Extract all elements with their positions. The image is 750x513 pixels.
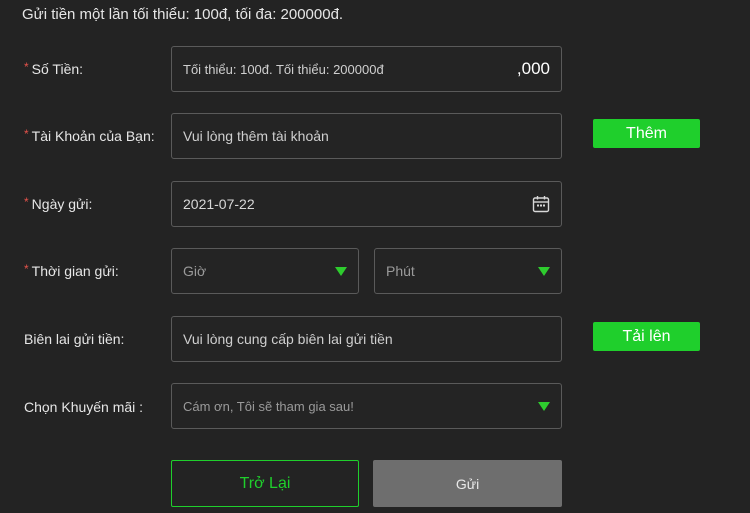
calendar-icon[interactable] <box>532 195 550 213</box>
account-placeholder: Vui lòng thêm tài khoản <box>183 128 329 144</box>
hour-select[interactable]: Giờ <box>171 248 359 294</box>
promo-selected-value: Cám ơn, Tôi sẽ tham gia sau! <box>183 398 354 414</box>
upload-button[interactable]: Tải lên <box>593 322 700 351</box>
dropdown-triangle-icon <box>538 401 550 411</box>
account-label: * Tài Khoản của Bạn: <box>24 127 155 144</box>
required-mark: * <box>24 262 29 276</box>
required-mark: * <box>24 127 29 141</box>
account-input[interactable]: Vui lòng thêm tài khoản <box>171 113 562 159</box>
time-label: * Thời gian gửi: <box>24 262 119 279</box>
date-label: * Ngày gửi: <box>24 195 93 212</box>
amount-suffix: ,000 <box>516 59 550 78</box>
minute-placeholder: Phút <box>386 263 415 279</box>
amount-placeholder: Tối thiểu: 100đ. Tối thiểu: 200000đ <box>183 61 384 77</box>
required-mark: * <box>24 60 29 74</box>
deposit-limit-notice: Gửi tiền một lần tối thiểu: 100đ, tối đa… <box>22 6 344 23</box>
minute-select[interactable]: Phút <box>374 248 562 294</box>
back-button[interactable]: Trở Lại <box>171 460 359 507</box>
required-mark: * <box>24 195 29 209</box>
date-value: 2021-07-22 <box>183 196 255 212</box>
receipt-placeholder: Vui lòng cung cấp biên lai gửi tiền <box>183 331 393 347</box>
dropdown-triangle-icon <box>538 266 550 276</box>
amount-label: * Số Tiền: <box>24 60 84 77</box>
hour-placeholder: Giờ <box>183 263 207 279</box>
receipt-input[interactable]: Vui lòng cung cấp biên lai gửi tiền <box>171 316 562 362</box>
add-account-button[interactable]: Thêm <box>593 119 700 148</box>
promo-label: Chọn Khuyến mãi : <box>24 399 144 415</box>
promo-select[interactable]: Cám ơn, Tôi sẽ tham gia sau! <box>171 383 562 429</box>
date-picker[interactable]: 2021-07-22 <box>171 181 562 227</box>
submit-button[interactable]: Gửi <box>373 460 562 507</box>
amount-input[interactable]: Tối thiểu: 100đ. Tối thiểu: 200000đ ,000 <box>171 46 562 92</box>
dropdown-triangle-icon <box>335 266 347 276</box>
receipt-label: Biên lai gửi tiền: <box>24 331 125 347</box>
